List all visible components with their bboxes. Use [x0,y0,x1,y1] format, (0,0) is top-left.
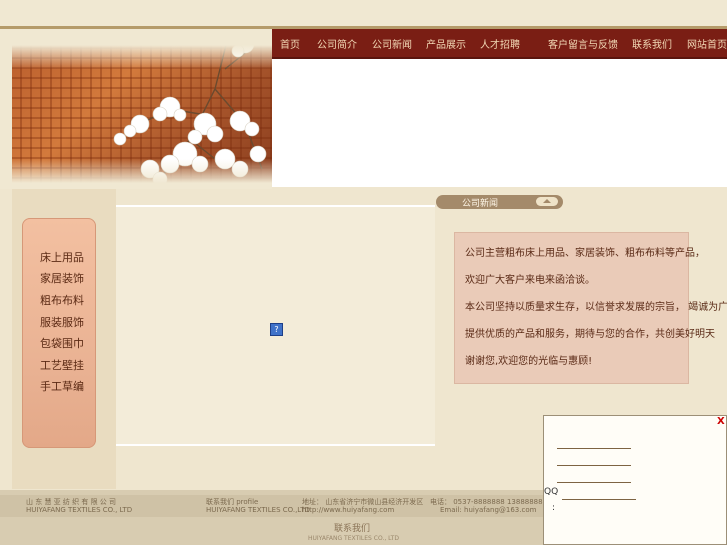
nav-item-contact[interactable]: 联系我们 [632,36,672,51]
nav-item-home[interactable]: 首页 [280,36,300,51]
nav-item-jobs[interactable]: 人才招聘 [480,36,520,51]
nav-item-site-home[interactable]: 网站首页 [687,36,727,51]
nav-item-products[interactable]: 产品展示 [426,36,466,51]
nav-item-about[interactable]: 公司简介 [317,36,357,51]
main-nav: 首页 公司简介 公司新闻 产品展示 人才招聘 客户留言与反馈 联系我们 网站首页 [272,29,727,59]
footer-contact-label-en: HUIYAFANG TEXTILES CO.,LTD [206,506,310,514]
nav-item-news[interactable]: 公司新闻 [372,36,412,51]
top-strip [0,0,727,28]
side-item-wall-hangings[interactable]: 工艺壁挂 [40,357,84,373]
footer-contact-sub: HUIYAFANG TEXTILES CO., LTD [308,535,399,542]
news-line: 提供优质的产品和服务，期待与您的合作，共创美好明天 [465,329,715,340]
header-content-area [272,59,727,187]
qq-label[interactable]: QQ [544,487,558,497]
news-line: 公司主营粗布床上用品、家居装饰、粗布布料等产品， [465,248,705,259]
news-line: 谢谢您,欢迎您的光临与惠顾! [465,356,593,367]
news-line: 欢迎广大客户来电来函洽谈。 [465,275,595,286]
popup-divider [557,482,631,483]
close-icon[interactable]: X [717,416,725,427]
product-category-menu: 床上用品 家居装饰 粗布布料 服装服饰 包袋围巾 工艺壁挂 手工草编 [22,218,96,448]
banner-torn-edge-left [0,29,12,189]
side-item-apparel[interactable]: 服装服饰 [40,314,84,330]
footer-website[interactable]: http://www.huiyafang.com [302,506,394,514]
popup-colon: : [552,503,556,513]
footer-contact-link[interactable]: 联系我们 [334,521,370,534]
up-arrow-icon [543,199,551,203]
footer-email[interactable]: Email: huiyafang@163.com [440,506,536,514]
popup-divider [557,448,631,449]
nav-item-feedback[interactable]: 客户留言与反馈 [548,36,618,51]
banner-torn-edge-top [0,29,272,69]
side-item-bedding[interactable]: 床上用品 [40,249,84,265]
popup-divider [562,499,636,500]
footer-company-name-en: HUIYAFANG TEXTILES CO., LTD [26,506,133,514]
popup-divider [557,465,631,466]
side-item-straw-weaving[interactable]: 手工草编 [40,378,84,394]
header-banner-image [0,29,272,189]
side-item-fabric[interactable]: 粗布布料 [40,292,84,308]
qq-float-panel [543,415,727,545]
broken-plugin-icon[interactable]: ? [270,323,283,336]
side-item-bags-scarves[interactable]: 包袋围巾 [40,335,84,351]
banner-torn-edge-bottom [0,159,272,189]
side-item-home-decor[interactable]: 家居装饰 [40,270,84,286]
news-title: 公司新闻 [462,199,499,209]
news-line: 本公司坚持以质量求生存，以信誉求发展的宗旨， 竭诚为广大客户 [465,302,727,313]
